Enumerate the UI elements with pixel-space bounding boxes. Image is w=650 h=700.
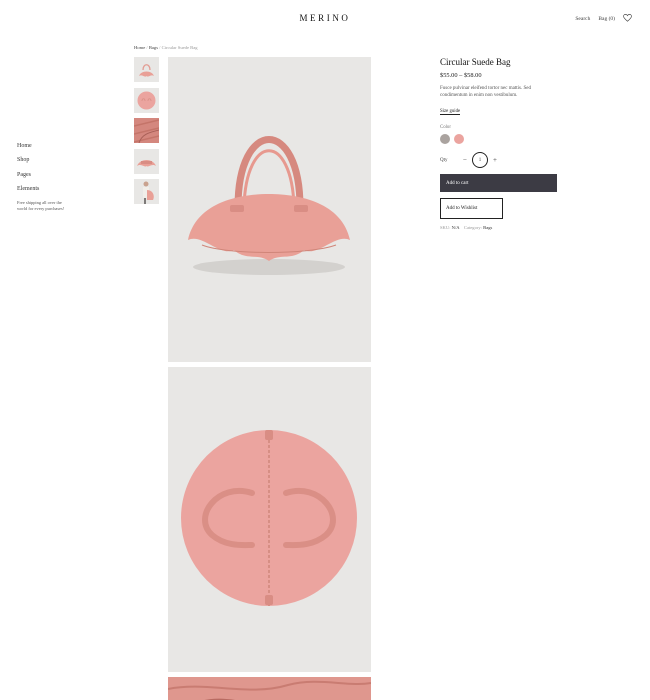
thumbnail-1[interactable] [134,57,159,82]
search-link[interactable]: Search [575,16,590,22]
product-description: Fusce pulvinar eleifend tortor nec matti… [440,86,531,99]
category-label: Category: [463,225,484,231]
color-swatch-grey[interactable] [440,134,450,145]
nav-item-pages[interactable]: Pages [17,171,65,185]
thumbnail-3[interactable] [134,118,159,143]
quantity-row: Qty − 1 + [440,152,560,169]
site-logo[interactable]: MERINO [0,13,650,23]
product-gallery [168,57,371,700]
add-to-wishlist-button[interactable]: Add to Wishlist [440,198,503,220]
product-image-front[interactable] [168,57,371,362]
nav-item-elements[interactable]: Elements [17,185,65,199]
breadcrumb-bags[interactable]: Bags [149,45,158,50]
qty-decrease-button[interactable]: − [460,156,470,164]
thumbnail-5[interactable] [134,179,159,204]
breadcrumb-home[interactable]: Home [134,45,145,50]
shipping-promo: Free shipping all over the world for eve… [17,200,65,212]
thumbnail-list [134,57,159,210]
qty-increase-button[interactable]: + [490,156,500,164]
qty-label: Qty [440,157,448,163]
header-actions: Search Bag (0) [575,14,632,24]
add-to-cart-button[interactable]: Add to cart [440,174,557,193]
product-image-top[interactable] [168,367,371,672]
nav-item-shop[interactable]: Shop [17,156,65,170]
breadcrumb-current: Circular Suede Bag [161,45,198,50]
breadcrumb: Home / Bags / Circular Suede Bag [134,45,198,50]
color-swatch-pink[interactable] [454,134,464,145]
category-link[interactable]: Bags [483,225,492,230]
thumbnail-2[interactable] [134,87,159,113]
product-price: $55.00 – $58.00 [440,72,482,79]
product-meta: SKU: N/A Category: Bags [440,225,560,230]
product-details: Circular Suede Bag $55.00 – $58.00 Fusce… [440,57,560,230]
color-swatches [440,134,560,145]
size-guide-link[interactable]: Size guide [440,109,461,116]
heart-icon[interactable] [623,14,632,24]
product-title: Circular Suede Bag [440,57,511,67]
nav-item-home[interactable]: Home [17,142,65,156]
qty-input[interactable]: 1 [472,152,488,169]
thumbnail-4[interactable] [134,148,159,174]
product-image-detail[interactable] [168,677,371,700]
color-label: Color [440,125,451,131]
side-nav: Home Shop Pages Elements Free shipping a… [17,142,65,213]
sku-value: N/A [451,225,460,231]
sku-label: SKU: [440,225,452,231]
bag-link[interactable]: Bag (0) [598,16,615,22]
